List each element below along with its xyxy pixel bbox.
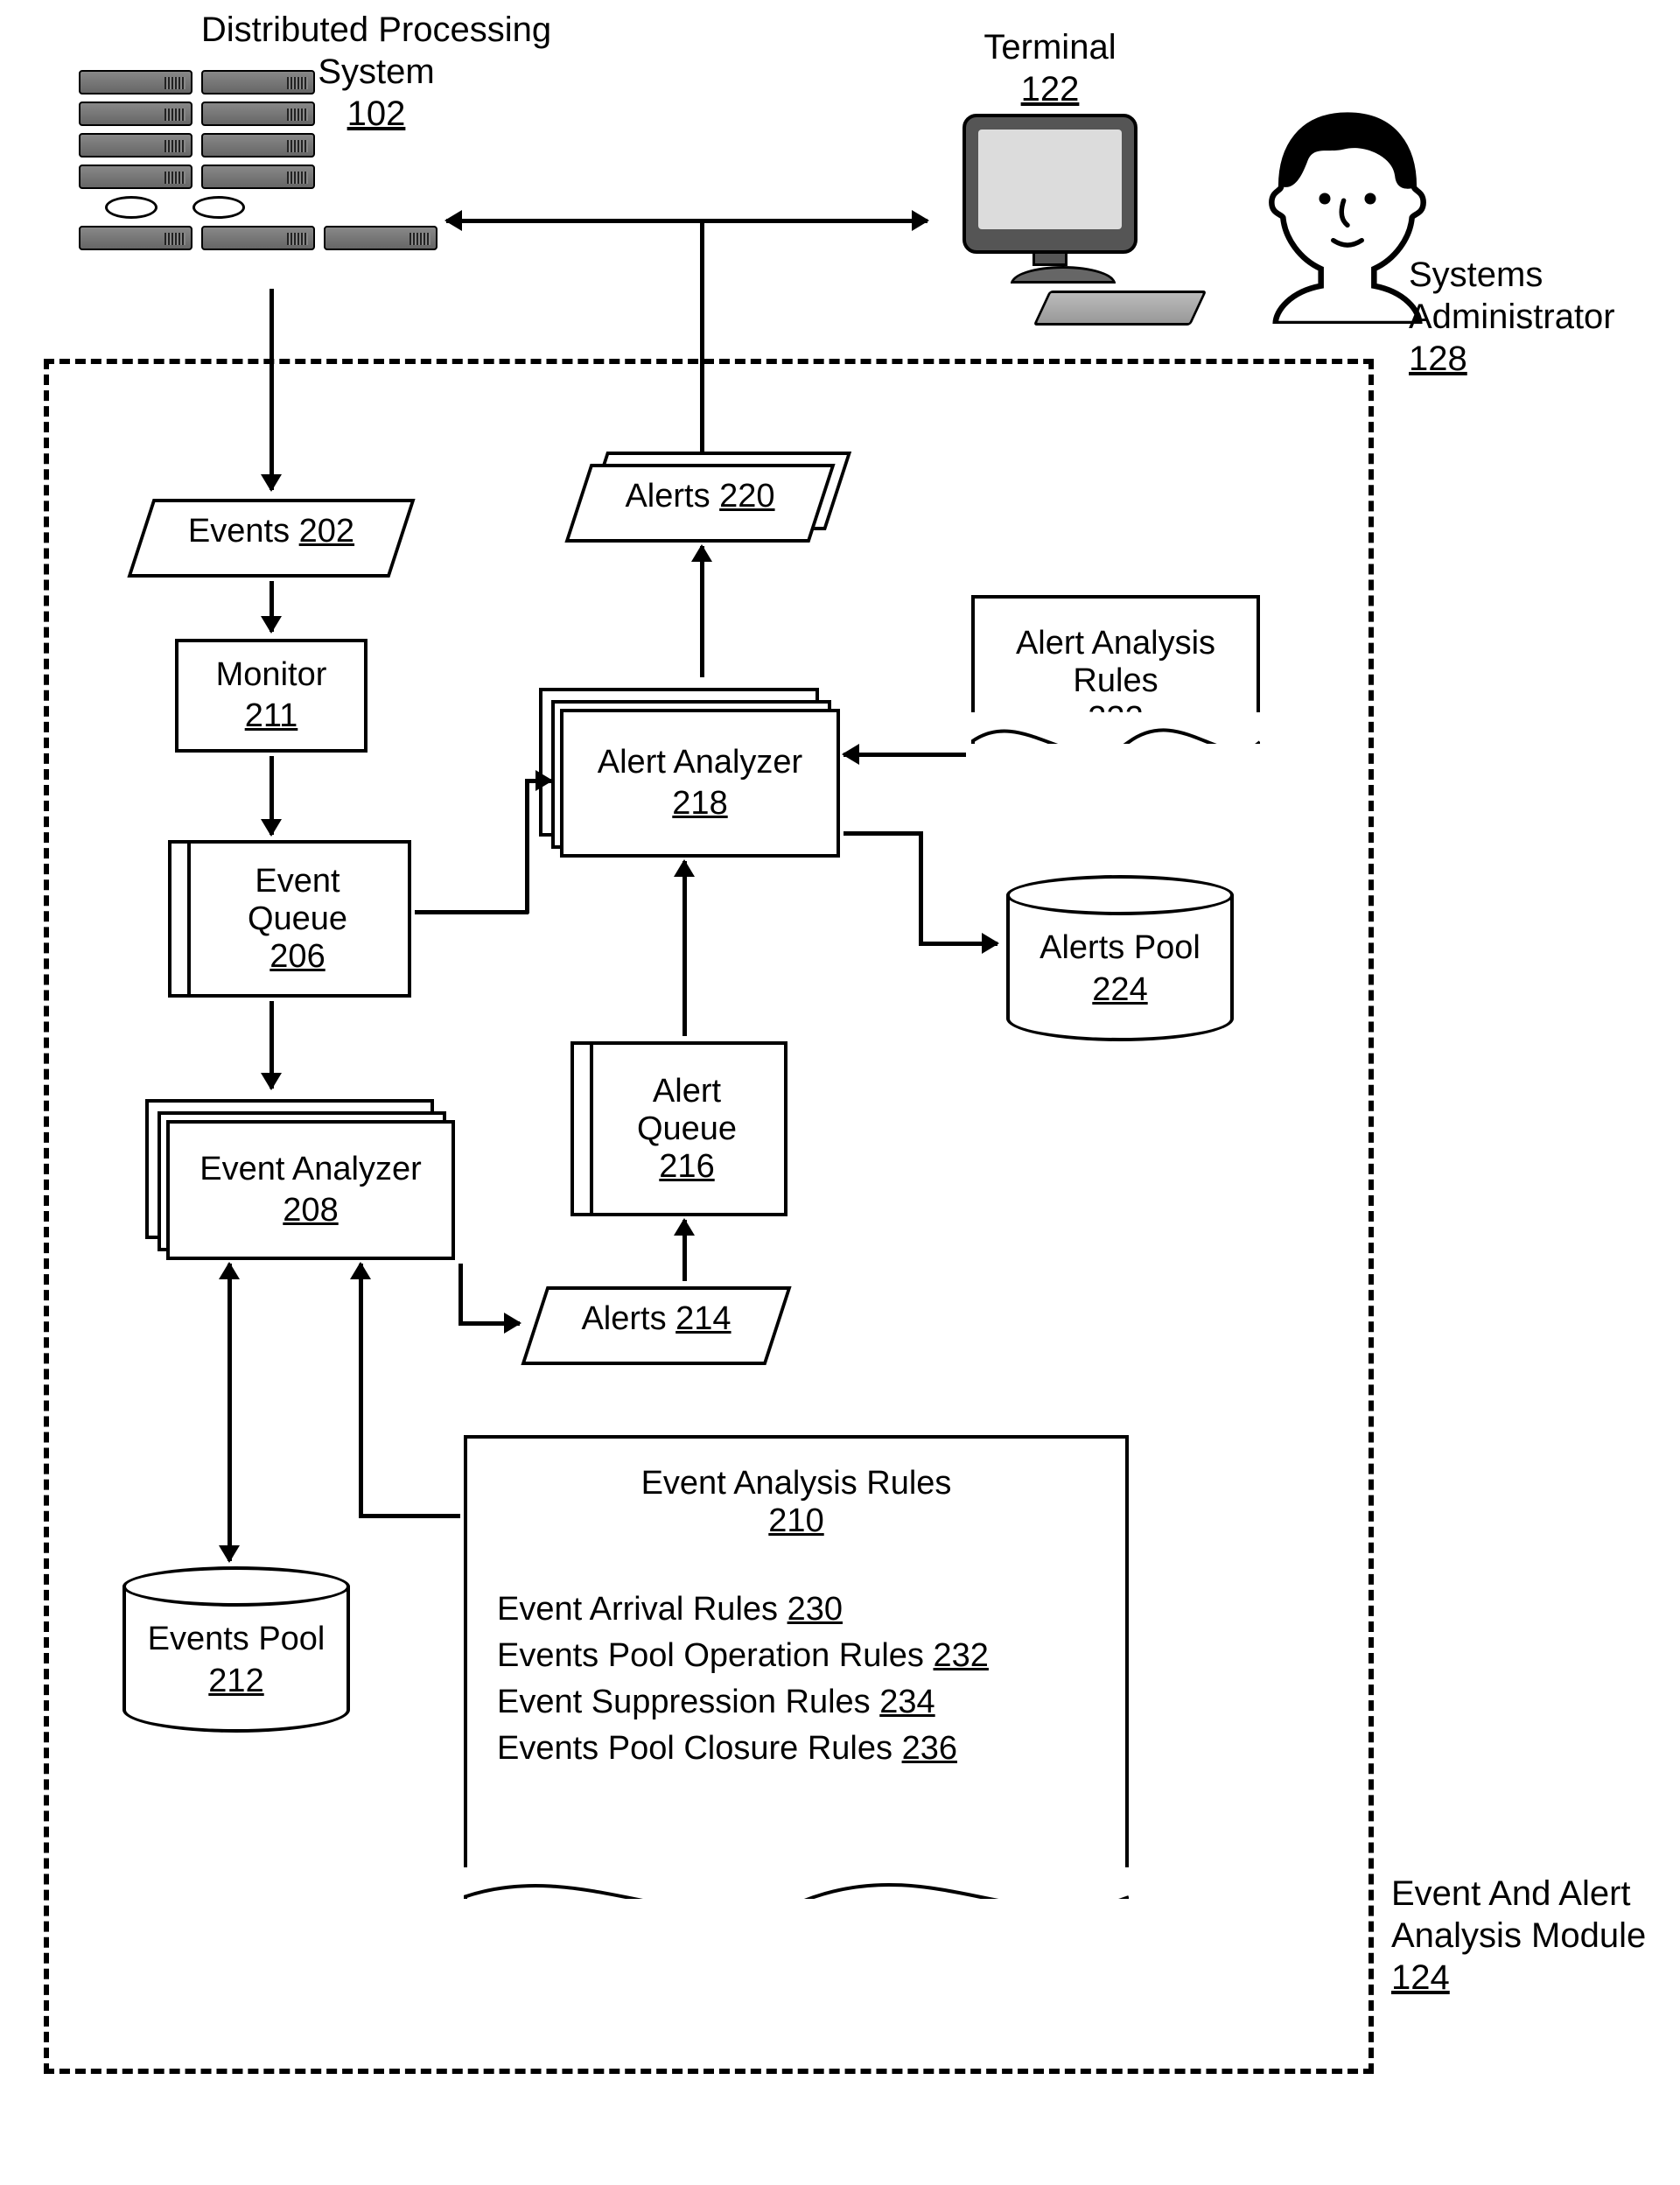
arrow-218-224h bbox=[844, 831, 922, 836]
rule-line-2: Event Suppression Rules 234 bbox=[497, 1684, 1096, 1721]
events-text: Events bbox=[188, 513, 290, 550]
events-node: Events 202 bbox=[140, 499, 402, 578]
events-pool-num: 212 bbox=[208, 1663, 263, 1699]
alert-analyzer-num: 218 bbox=[672, 783, 727, 825]
arrow-evrules-evan-v bbox=[359, 1264, 363, 1517]
arrow-218-224v bbox=[919, 831, 923, 945]
arrow-214-216 bbox=[682, 1220, 687, 1281]
arrow-evan-pool bbox=[228, 1264, 232, 1561]
diagram-canvas: Distributed Processing System 102 Termin… bbox=[44, 26, 1636, 2144]
alerts-pool-num: 224 bbox=[1092, 971, 1147, 1008]
alerts-top-node: Alerts 220 bbox=[578, 464, 822, 543]
arrow-monitor-queue bbox=[270, 756, 274, 835]
alert-queue-node: Alert Queue 216 bbox=[586, 1041, 788, 1216]
event-queue-num: 206 bbox=[187, 938, 408, 976]
rule-line-1: Events Pool Operation Rules 232 bbox=[497, 1637, 1096, 1675]
event-queue-text: Event Queue bbox=[187, 863, 408, 938]
terminal-icon bbox=[936, 114, 1164, 326]
alert-analyzer-node: Alert Analyzer 218 bbox=[560, 709, 840, 858]
module-text: Event And Alert Analysis Module bbox=[1391, 1874, 1646, 1955]
event-queue-node: Event Queue 206 bbox=[184, 840, 411, 998]
arrow-queue-analyzer bbox=[270, 1001, 274, 1089]
alert-queue-text: Alert Queue bbox=[590, 1073, 784, 1148]
alert-queue-num: 216 bbox=[590, 1148, 784, 1186]
arrow-evq-alertan-h2 bbox=[525, 779, 551, 783]
alerts-mid-num: 214 bbox=[676, 1300, 731, 1337]
alerts-pool-text: Alerts Pool bbox=[1040, 929, 1200, 966]
monitor-num: 211 bbox=[245, 696, 298, 738]
event-rules-num: 210 bbox=[497, 1502, 1096, 1540]
monitor-text: Monitor bbox=[216, 655, 327, 697]
event-rules-node: Event Analysis Rules 210 Event Arrival R… bbox=[464, 1435, 1129, 1925]
arrow-evq-alertan bbox=[415, 910, 528, 914]
arrow-evrules-evan-h bbox=[359, 1514, 460, 1518]
arrow-events-monitor bbox=[270, 581, 274, 632]
arrow-dps-events bbox=[270, 289, 274, 490]
terminal-label: Terminal 122 bbox=[919, 26, 1181, 110]
arrow-evan-alerts214v bbox=[458, 1264, 463, 1325]
arrow-218-220 bbox=[700, 546, 704, 677]
event-analyzer-num: 208 bbox=[283, 1190, 338, 1232]
terminal-text: Terminal bbox=[984, 28, 1116, 67]
arrow-216-218 bbox=[682, 861, 687, 1036]
module-label: Event And Alert Analysis Module 124 bbox=[1391, 1873, 1671, 1999]
arrow-evq-alertan-v bbox=[525, 782, 529, 914]
arrow-alerts-terminal-h bbox=[700, 219, 928, 223]
events-pool-text: Events Pool bbox=[148, 1621, 326, 1657]
event-analyzer-text: Event Analyzer bbox=[200, 1149, 421, 1191]
alerts-pool-node: Alerts Pool 224 bbox=[1006, 875, 1234, 1041]
alerts-mid-node: Alerts 214 bbox=[534, 1286, 779, 1365]
rule-line-0: Event Arrival Rules 230 bbox=[497, 1591, 1096, 1628]
admin-num: 128 bbox=[1409, 340, 1467, 378]
alerts-top-text: Alerts bbox=[625, 478, 710, 515]
events-num: 202 bbox=[299, 513, 354, 550]
alert-rules-node: Alert Analysis Rules 222 bbox=[971, 595, 1260, 770]
server-cluster bbox=[79, 70, 446, 257]
event-analyzer-node: Event Analyzer 208 bbox=[166, 1120, 455, 1260]
terminal-num: 122 bbox=[1021, 70, 1080, 109]
alert-rules-text: Alert Analysis Rules bbox=[1016, 625, 1215, 699]
arrow-alerts-terminal-v bbox=[700, 219, 704, 455]
monitor-node: Monitor 211 bbox=[175, 639, 368, 753]
module-num: 124 bbox=[1391, 1958, 1450, 1997]
alert-analyzer-text: Alert Analyzer bbox=[598, 742, 802, 784]
admin-label: Systems Administrator 128 bbox=[1409, 254, 1671, 380]
alerts-top-num: 220 bbox=[719, 478, 774, 515]
events-pool-node: Events Pool 212 bbox=[122, 1566, 350, 1733]
alerts-mid-text: Alerts bbox=[581, 1300, 666, 1337]
rule-line-3: Events Pool Closure Rules 236 bbox=[497, 1730, 1096, 1768]
arrow-222-218 bbox=[844, 753, 966, 757]
event-rules-title: Event Analysis Rules bbox=[641, 1465, 952, 1502]
arrow-evan-alerts214 bbox=[458, 1321, 520, 1326]
admin-text: Systems Administrator bbox=[1409, 256, 1615, 336]
arrow-218-224h2 bbox=[919, 942, 998, 946]
